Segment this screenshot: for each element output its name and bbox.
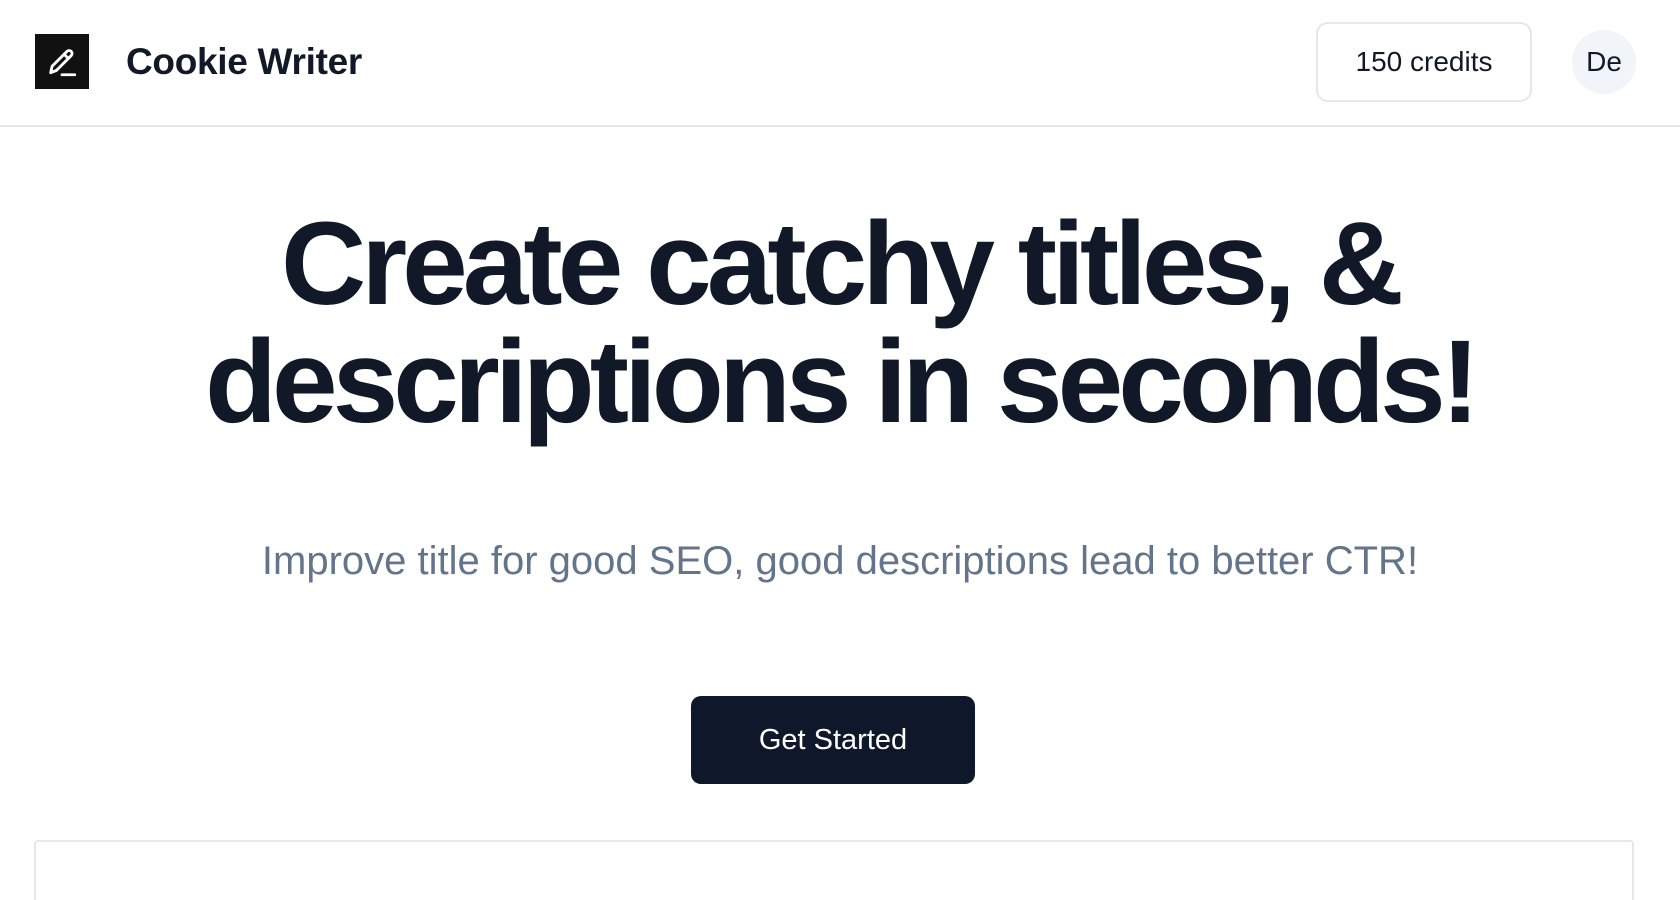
get-started-button[interactable]: Get Started — [691, 696, 975, 784]
hero-subtitle: Improve title for good SEO, good descrip… — [261, 539, 1419, 583]
hero-title-line-1: Create catchy titles, & — [281, 198, 1404, 330]
content-panel — [34, 840, 1634, 900]
hero-title: Create catchy titles, & descriptions in … — [0, 205, 1680, 441]
pencil-edit-icon[interactable] — [35, 34, 89, 89]
brand-name[interactable]: Cookie Writer — [126, 38, 362, 86]
hero-title-line-2: descriptions in seconds! — [204, 316, 1480, 448]
user-avatar[interactable]: De — [1572, 30, 1636, 94]
top-navbar: Cookie Writer 150 credits De — [0, 0, 1680, 127]
credits-button[interactable]: 150 credits — [1316, 22, 1532, 102]
